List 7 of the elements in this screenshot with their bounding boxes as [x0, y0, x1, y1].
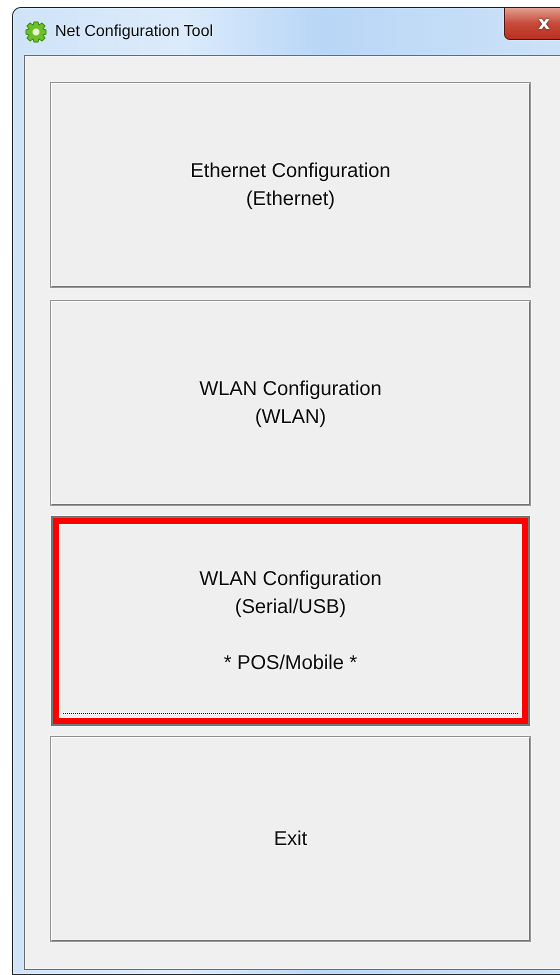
exit-button[interactable]: Exit	[50, 736, 531, 942]
config-button[interactable]: WLAN Configuration (Serial/USB) * POS/Mobile *	[53, 518, 528, 724]
gear-icon	[25, 20, 47, 42]
close-button[interactable]: x	[504, 8, 560, 40]
config-button[interactable]: Ethernet Configuration (Ethernet)	[50, 82, 531, 288]
config-button[interactable]: WLAN Configuration (WLAN)	[50, 300, 531, 506]
window-title: Net Configuration Tool	[55, 22, 214, 40]
